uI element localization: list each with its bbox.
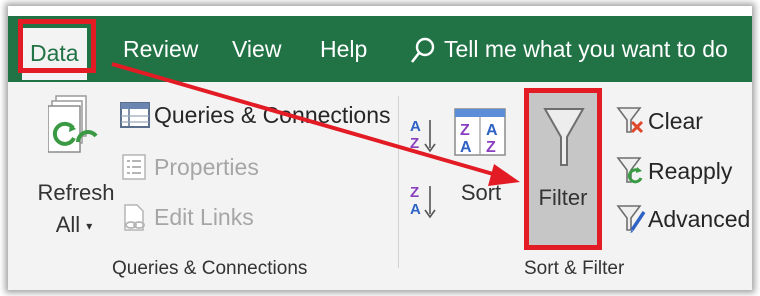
sort-label: Sort (460, 180, 502, 205)
svg-text:Z: Z (410, 184, 419, 201)
properties-label: Properties (154, 154, 259, 180)
tab-review[interactable]: Review (123, 26, 198, 72)
advanced-label: Advanced (648, 206, 751, 232)
tell-me-search[interactable]: Tell me what you want to do (410, 26, 728, 72)
edit-links-icon (124, 204, 145, 231)
ribbon-tab-bar: Data Review View Help Tell me what you w… (8, 16, 752, 82)
filter-label: Filter (538, 185, 588, 210)
ribbon-body: Refresh All ▾ Queries & Connections Prop… (8, 82, 752, 290)
queries-connections-label: Queries & Connections (154, 102, 391, 128)
sort-dialog-icon: Z A A Z (454, 108, 506, 156)
sort-ascending-icon[interactable]: A Z (410, 116, 436, 156)
filter-funnel-icon (543, 108, 585, 166)
refresh-all-icon (48, 95, 98, 153)
tab-help[interactable]: Help (320, 26, 367, 72)
queries-group-label: Queries & Connections (112, 258, 308, 279)
excel-ribbon-screenshot: Data Review View Help Tell me what you w… (8, 6, 752, 290)
properties-icon (122, 154, 146, 180)
svg-text:A: A (460, 139, 472, 156)
clear-filter-icon (616, 107, 644, 134)
filter-button[interactable]: Filter (524, 88, 602, 250)
svg-text:Z: Z (486, 139, 496, 156)
svg-text:Z: Z (460, 122, 470, 139)
sort-descending-icon[interactable]: Z A (410, 182, 436, 222)
clear-label: Clear (648, 108, 703, 134)
dropdown-arrow-icon: ▾ (86, 219, 93, 234)
refresh-label-2: All ▾ (44, 212, 104, 238)
sort-filter-group-label: Sort & Filter (524, 258, 625, 279)
reapply-label: Reapply (648, 158, 733, 184)
svg-text:A: A (410, 118, 421, 135)
svg-text:A: A (486, 122, 498, 139)
svg-text:Z: Z (410, 135, 419, 152)
edit-links-label: Edit Links (154, 204, 254, 230)
refresh-label: Refresh (37, 180, 115, 205)
advanced-filter-icon (616, 205, 646, 233)
tab-view[interactable]: View (232, 26, 281, 72)
data-tab-highlight (18, 19, 96, 73)
queries-connections-icon (120, 102, 150, 128)
reapply-icon (616, 157, 643, 184)
search-icon (410, 37, 435, 63)
refresh-all-text: All (55, 212, 81, 237)
tell-me-text: Tell me what you want to do (444, 36, 728, 62)
svg-text:A: A (410, 201, 421, 218)
group-divider (398, 96, 399, 268)
